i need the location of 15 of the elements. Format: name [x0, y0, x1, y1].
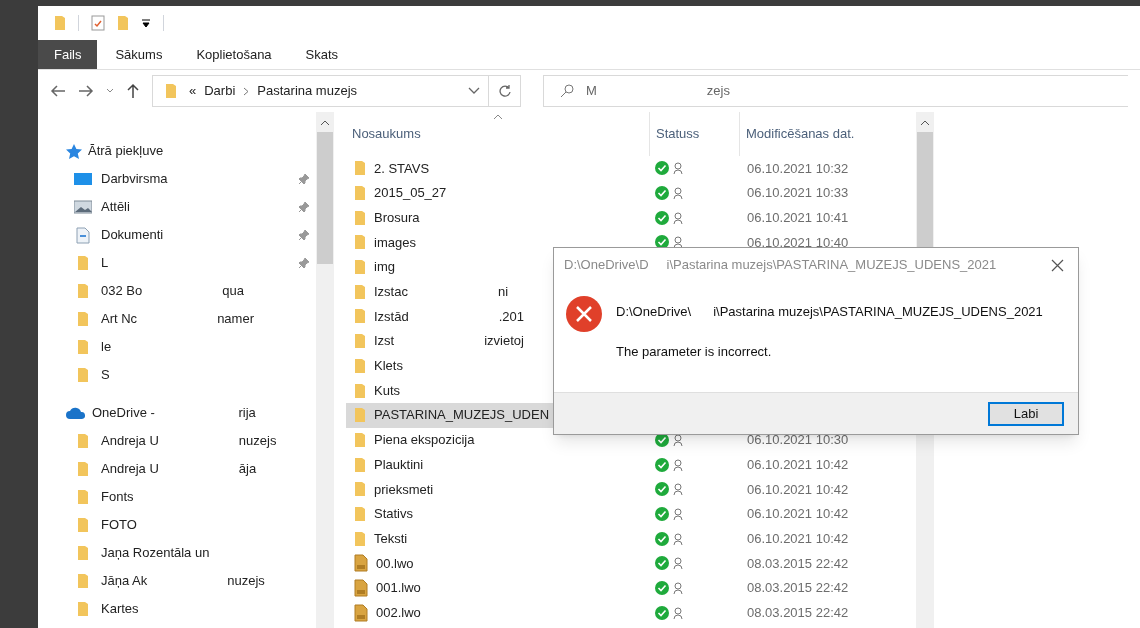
- modified-date: 08.03.2015 22:42: [746, 554, 849, 573]
- modified-date: 06.10.2021 10:40: [746, 233, 849, 252]
- modified-date: 06.10.2021 10:42: [746, 505, 849, 524]
- modified-date: 06.10.2021 10:32: [746, 159, 849, 178]
- modified-date: 06.10.2021 10:30: [746, 431, 849, 450]
- error-message: The parameter is incorrect.: [616, 342, 773, 361]
- modified-date: 06.10.2021 10:41: [746, 208, 849, 227]
- modified-date: 06.10.2021 10:42: [746, 480, 849, 499]
- modified-date: 08.03.2015 22:42: [746, 579, 849, 598]
- modified-date: 06.10.2021 10:33: [746, 184, 849, 203]
- modified-date: 08.03.2015 22:42: [746, 603, 849, 622]
- error-path: D:\OneDrive\ i\Pastarina muzejs\PASTARINA_MUZEJS_UDENS_2021: [616, 303, 1043, 321]
- modified-date: 06.10.2021 10:42: [746, 529, 849, 548]
- modified-date: 06.10.2021 10:42: [746, 455, 849, 474]
- dialog-title: D:\OneDrive\D i\Pastarina muzejs\PASTARINA_MUZEJS_UDENS_2021: [564, 256, 998, 275]
